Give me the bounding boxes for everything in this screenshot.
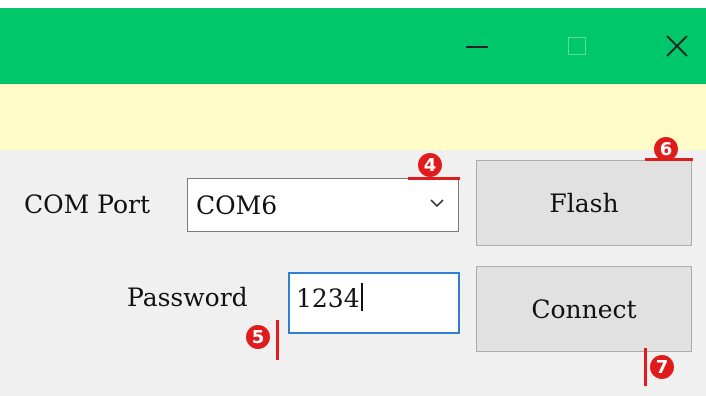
annotation-badge-4: 4	[418, 153, 442, 177]
text-caret	[360, 283, 363, 311]
com-port-value: COM6	[196, 191, 278, 220]
maximize-icon	[568, 37, 586, 55]
annotation-badge-5: 5	[246, 325, 270, 349]
minimize-icon	[466, 46, 488, 48]
annotation-marker-7	[644, 348, 647, 386]
close-icon	[666, 35, 688, 57]
annotation-marker-6	[645, 158, 693, 161]
password-label: Password	[127, 283, 248, 312]
close-button[interactable]	[648, 8, 706, 84]
title-bar	[0, 8, 706, 84]
chevron-down-icon	[430, 199, 444, 207]
connect-button[interactable]: Connect	[476, 266, 692, 352]
annotation-badge-7: 7	[650, 355, 674, 379]
annotation-marker-5	[276, 320, 279, 360]
password-input[interactable]: 1234	[288, 272, 460, 334]
notice-banner	[0, 84, 706, 150]
password-value: 1234	[296, 283, 363, 313]
minimize-button[interactable]	[448, 8, 506, 84]
password-text: 1234	[296, 284, 360, 313]
annotation-marker-4	[408, 177, 460, 180]
flash-button[interactable]: Flash	[476, 160, 692, 246]
com-port-dropdown[interactable]: COM6	[187, 178, 459, 232]
maximize-button[interactable]	[548, 8, 606, 84]
com-port-label: COM Port	[24, 190, 151, 219]
